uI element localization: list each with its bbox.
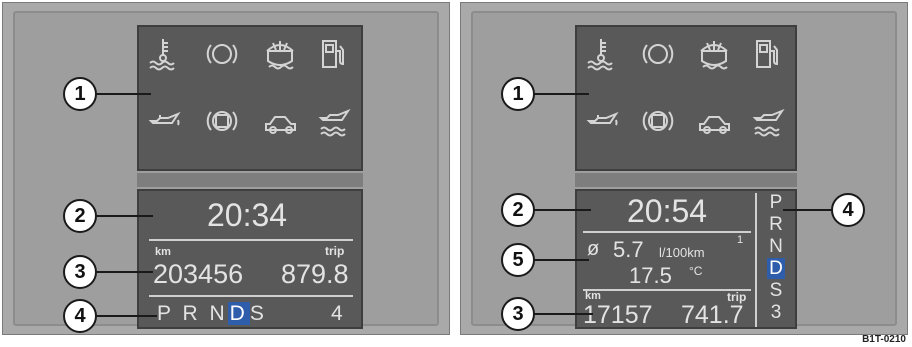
coolant-temperature-icon [149, 38, 175, 71]
gear-r: R [182, 302, 201, 325]
right-odometer: 17157 [583, 301, 653, 329]
fuel-icon [322, 40, 344, 68]
gear-n: N [209, 302, 228, 325]
door-open-icon [265, 116, 296, 134]
right-trip-value: 741.7 [681, 301, 744, 329]
gear-p: P [769, 192, 783, 213]
left-warning-screen [137, 25, 363, 171]
right-temperature: 17.5 [629, 263, 672, 288]
left-instrument-panel: 20:34 km trip 203456 879.8 P R NDS 4 1 2… [2, 2, 450, 335]
gear-s: S [769, 280, 783, 301]
right-callout-4-leader [783, 209, 833, 211]
left-callout-1: 1 [63, 77, 97, 111]
washer-fluid-icon [700, 40, 728, 70]
left-callout-4-leader [91, 315, 157, 317]
brake-icon [206, 44, 238, 64]
right-warning-screen [575, 25, 797, 171]
gear-r: R [769, 214, 783, 235]
brake-icon [642, 44, 674, 64]
right-callout-4: 4 [831, 193, 865, 227]
left-trip-value: 879.8 [281, 259, 349, 289]
right-callout-1: 1 [501, 77, 535, 111]
gear-d-row: D [761, 258, 791, 281]
left-trip-label: trip [325, 244, 345, 258]
left-callout-2: 2 [63, 199, 97, 233]
right-gear-column-divider [755, 193, 757, 327]
right-consumption-unit: l/100km [659, 245, 705, 260]
door-open-icon [699, 116, 730, 134]
left-gear-selector: P R NDS [157, 302, 267, 325]
brake-pad-icon [642, 111, 674, 131]
right-clock-divider [583, 231, 751, 233]
left-odometer: 203456 [153, 259, 244, 289]
oil-pressure-icon [588, 113, 618, 126]
oil-level-icon [754, 110, 783, 137]
left-callout-4: 4 [63, 299, 97, 333]
washer-fluid-icon [266, 40, 294, 70]
gear-d-selected: D [767, 258, 785, 279]
left-clock-divider [149, 239, 353, 241]
oil-level-icon [320, 110, 349, 137]
right-info-screen: 20:54 ø 5.7 l/100km 1 17.5 °C km trip 17… [575, 189, 797, 329]
right-callout-3: 3 [501, 297, 535, 331]
left-odometer-unit: km [155, 246, 171, 258]
left-callout-3-leader [91, 271, 153, 273]
right-temperature-unit: °C [689, 264, 703, 278]
right-gear-column: P R N D S 3 [761, 193, 791, 325]
right-callout-2: 2 [501, 193, 535, 227]
left-callout-2-leader [91, 215, 153, 217]
right-callout-5: 5 [501, 243, 535, 277]
left-gear-divider [149, 295, 353, 297]
right-clock: 20:54 [627, 193, 708, 229]
oil-pressure-icon [150, 113, 180, 126]
right-consumption: 5.7 [613, 237, 644, 262]
right-callout-3-leader [529, 313, 593, 315]
left-screen-gap [137, 173, 363, 187]
brake-pad-icon [206, 111, 238, 131]
right-trip-divider [583, 289, 751, 291]
left-callout-3: 3 [63, 255, 97, 289]
right-instrument-panel: 20:54 ø 5.7 l/100km 1 17.5 °C km trip 17… [460, 2, 908, 335]
gear-s: S [249, 302, 267, 325]
right-consumption-marker: 1 [737, 234, 744, 246]
right-callout-5-leader [529, 259, 589, 261]
gear-3: 3 [770, 302, 782, 323]
left-gear-number: 4 [331, 302, 343, 325]
gear-d-selected: D [227, 302, 250, 325]
right-callout-2-leader [529, 209, 591, 211]
gear-p: P [157, 302, 174, 325]
right-average-symbol: ø [587, 238, 600, 260]
fuel-icon [756, 40, 778, 68]
left-info-screen: 20:34 km trip 203456 879.8 P R NDS 4 [137, 189, 363, 329]
gear-n: N [769, 236, 783, 257]
right-screen-gap [575, 173, 797, 187]
figure-id: B1T-0210 [862, 334, 906, 345]
coolant-temperature-icon [587, 38, 613, 71]
left-clock: 20:34 [207, 197, 288, 233]
